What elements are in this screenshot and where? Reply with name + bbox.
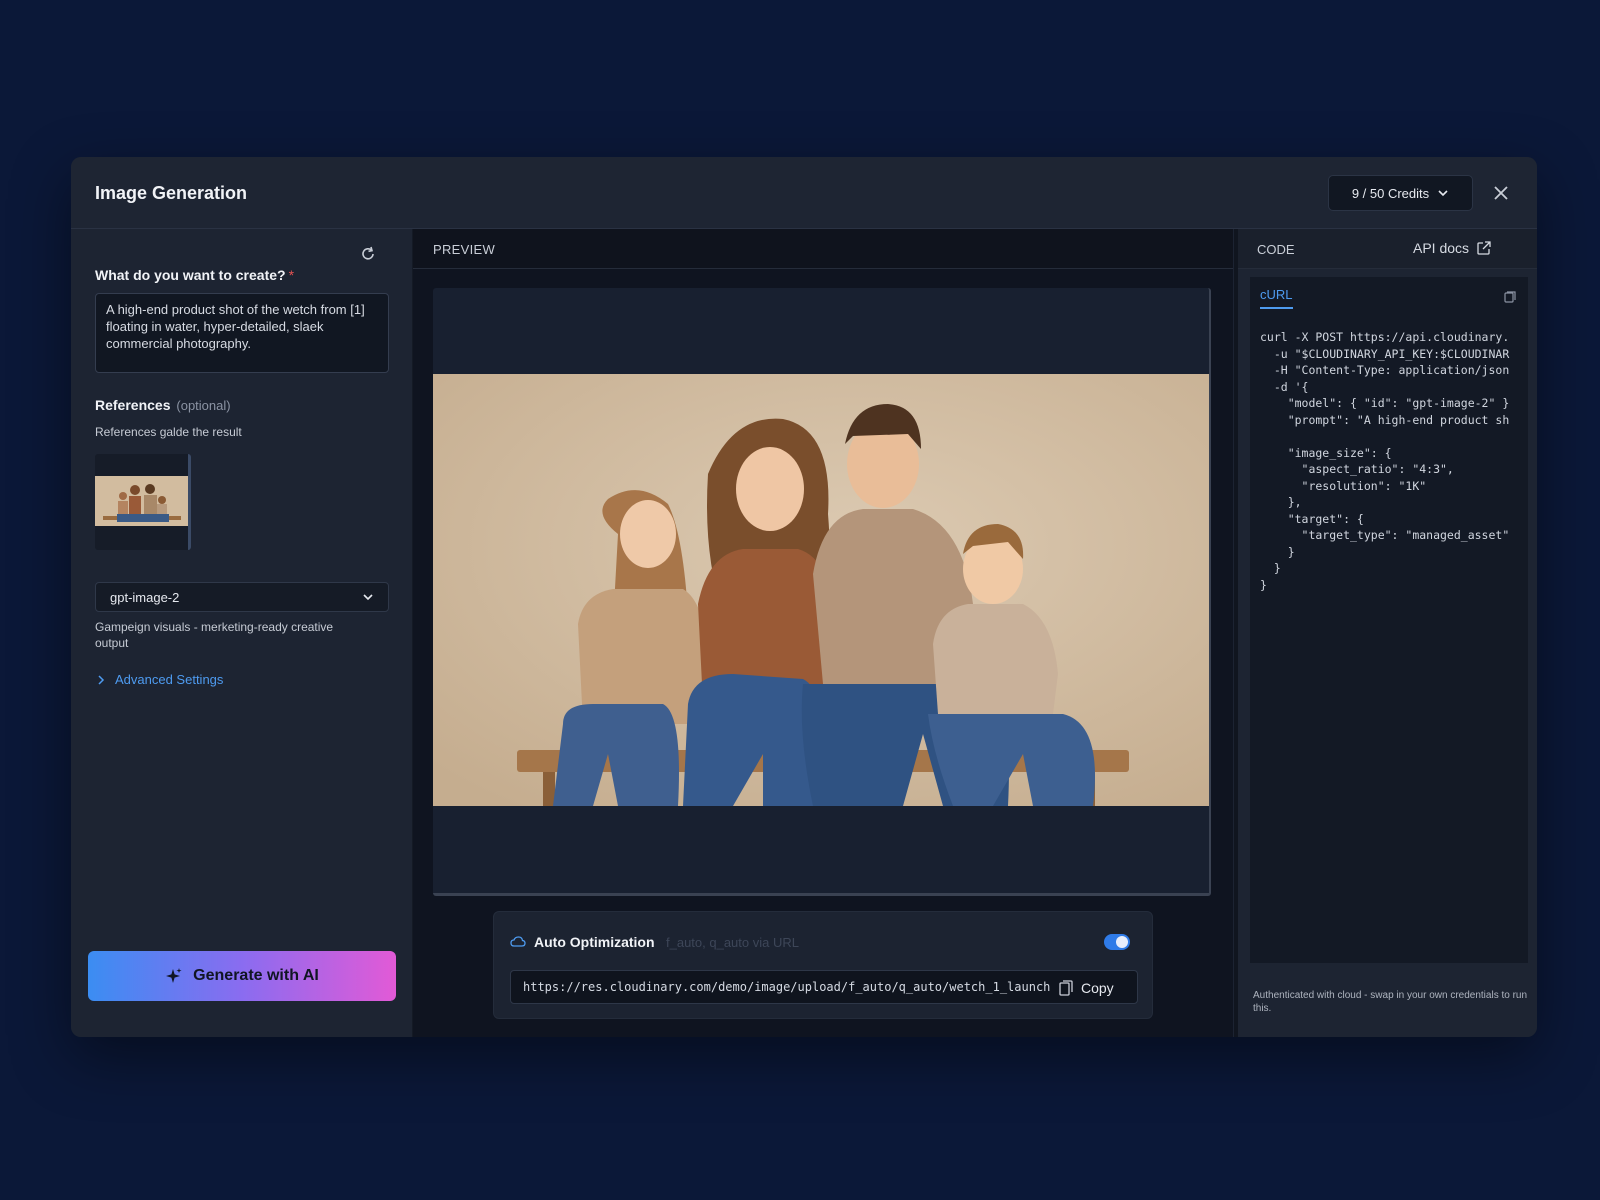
refresh-icon[interactable] xyxy=(359,245,377,263)
references-label: References (optional) xyxy=(95,397,231,413)
modal-title: Image Generation xyxy=(95,183,248,203)
code-block-container: cURL curl -X POST https://api.cloudinary… xyxy=(1250,277,1528,963)
copy-url-button[interactable]: Copy xyxy=(1059,977,1114,999)
credits-label: 9 / 50 Credits xyxy=(1351,185,1430,201)
code-header-label: CODE xyxy=(1257,242,1295,257)
generated-image xyxy=(433,374,1209,806)
auth-note: Authenticated with cloud - swap in your … xyxy=(1253,990,1528,1014)
advanced-settings-toggle[interactable]: Advanced Settings xyxy=(97,672,223,687)
preview-header: PREVIEW xyxy=(413,229,1233,269)
copy-icon xyxy=(1059,980,1073,996)
optimized-url: https://res.cloudinary.com/demo/image/up… xyxy=(523,980,1051,994)
preview-header-label: PREVIEW xyxy=(433,242,496,257)
references-hint: References galde the result xyxy=(95,425,242,439)
preview-frame xyxy=(433,288,1211,896)
reference-thumbnail[interactable] xyxy=(95,454,191,550)
cloud-icon xyxy=(510,936,526,947)
advanced-settings-label: Advanced Settings xyxy=(115,672,224,687)
chevron-down-icon xyxy=(1438,190,1448,197)
reference-image xyxy=(95,476,188,526)
model-selected-value: gpt-image-2 xyxy=(110,589,180,605)
credits-dropdown[interactable]: 9 / 50 Credits xyxy=(1328,175,1473,211)
api-docs-link[interactable]: API docs xyxy=(1413,240,1491,256)
chevron-right-icon xyxy=(98,674,105,685)
prompt-panel: What do you want to create? * A high-end … xyxy=(71,229,413,1037)
sparkle-icon xyxy=(166,968,182,983)
code-header: CODE API docs xyxy=(1238,229,1537,269)
prompt-input[interactable]: A high-end product shot of the wetch fro… xyxy=(95,293,389,373)
auto-optimization-card: Auto Optimization f_auto, q_auto via URL… xyxy=(493,911,1153,1019)
model-select[interactable]: gpt-image-2 xyxy=(95,582,389,612)
external-link-icon xyxy=(1477,241,1491,255)
code-snippet: curl -X POST https://api.cloudinary. -u … xyxy=(1260,330,1510,592)
generate-button[interactable]: Generate with AI xyxy=(88,951,396,1001)
tab-curl[interactable]: cURL xyxy=(1260,287,1293,309)
generate-button-label: Generate with AI xyxy=(193,967,319,984)
close-icon[interactable] xyxy=(1489,181,1513,205)
chevron-down-icon xyxy=(363,594,373,601)
copy-icon[interactable] xyxy=(1504,291,1516,303)
optimized-url-field[interactable]: https://res.cloudinary.com/demo/image/up… xyxy=(510,970,1138,1004)
api-docs-label: API docs xyxy=(1413,240,1470,256)
copy-label: Copy xyxy=(1081,980,1114,996)
preview-panel: PREVIEW Auto Optimization f_auto, q_auto… xyxy=(413,229,1233,1037)
auto-optimization-subtitle: f_auto, q_auto via URL xyxy=(666,935,799,950)
auto-optimization-toggle[interactable] xyxy=(1104,934,1130,950)
image-generation-modal: Image Generation 9 / 50 Credits What do … xyxy=(71,157,1537,1037)
prompt-label: What do you want to create? * xyxy=(95,267,295,283)
code-panel: CODE API docs cURL curl -X POST https://… xyxy=(1234,229,1537,1037)
modal-header: Image Generation 9 / 50 Credits xyxy=(71,157,1537,229)
model-description: Gampeign visuals - merketing-ready creat… xyxy=(95,620,334,650)
required-mark: * xyxy=(288,267,295,283)
auto-optimization-title: Auto Optimization xyxy=(534,934,655,950)
